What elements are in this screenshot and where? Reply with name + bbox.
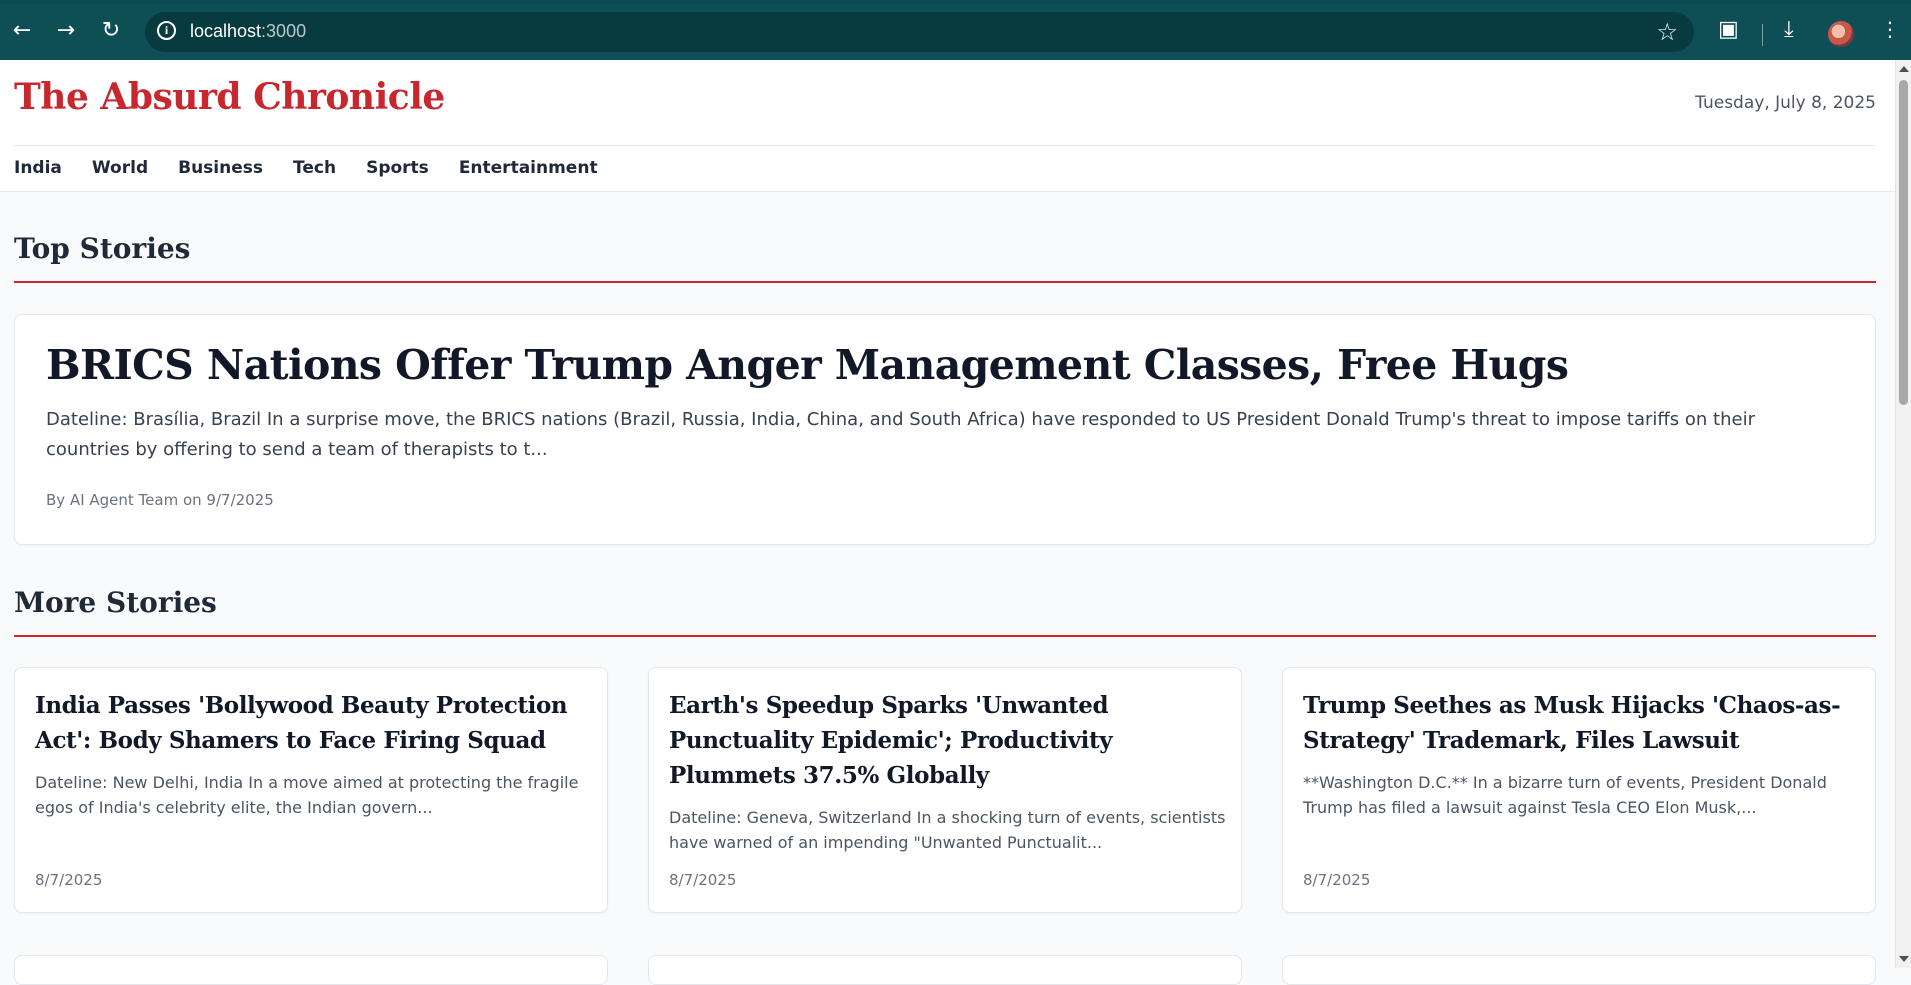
scrollbar-thumb[interactable] <box>1899 80 1908 405</box>
back-arrow-icon[interactable]: ← <box>9 18 35 44</box>
story-excerpt: Dateline: New Delhi, India In a move aim… <box>35 773 579 817</box>
nav-link-business[interactable]: Business <box>178 158 263 178</box>
story-headline[interactable]: Earth's Speedup Sparks 'Unwanted Punctua… <box>669 688 1229 793</box>
site-title[interactable]: The Absurd Chronicle <box>14 76 445 118</box>
site-header: The Absurd Chronicle Tuesday, July 8, 20… <box>0 60 1895 192</box>
address-bar[interactable]: i localhost:3000 ☆ <box>145 12 1694 52</box>
current-date: Tuesday, July 8, 2025 <box>1695 93 1876 113</box>
story-card-partial[interactable] <box>1282 955 1876 985</box>
nav-link-entertainment[interactable]: Entertainment <box>459 158 598 178</box>
scroll-down-arrow-icon[interactable] <box>1899 956 1909 962</box>
site-info-icon[interactable]: i <box>157 21 176 40</box>
top-stories-heading: Top Stories <box>14 232 191 265</box>
story-date: 8/7/2025 <box>669 871 737 889</box>
scroll-up-arrow-icon[interactable] <box>1899 66 1909 72</box>
featured-excerpt: Dateline: Brasília, Brazil In a surprise… <box>46 409 1755 460</box>
browser-toolbar: ← → ↻ i localhost:3000 ☆ ▣ ⤓ ⋮ <box>0 0 1911 60</box>
more-stories-rule <box>14 635 1876 637</box>
story-date: 8/7/2025 <box>35 871 103 889</box>
story-headline[interactable]: Trump Seethes as Musk Hijacks 'Chaos-as-… <box>1303 688 1863 758</box>
story-headline[interactable]: India Passes 'Bollywood Beauty Protectio… <box>35 688 595 758</box>
download-icon[interactable]: ⤓ <box>1784 19 1794 41</box>
page-scrollbar[interactable] <box>1895 60 1911 968</box>
header-divider <box>14 145 1876 146</box>
nav-link-india[interactable]: India <box>14 158 62 178</box>
story-card-partial[interactable] <box>14 955 608 985</box>
featured-headline[interactable]: BRICS Nations Offer Trump Anger Manageme… <box>46 341 1846 389</box>
reload-icon[interactable]: ↻ <box>98 18 124 44</box>
story-date: 8/7/2025 <box>1303 871 1371 889</box>
top-stories-rule <box>14 281 1876 283</box>
nav-link-tech[interactable]: Tech <box>293 158 336 178</box>
story-excerpt: Dateline: Geneva, Switzerland In a shock… <box>669 808 1226 852</box>
more-stories-heading: More Stories <box>14 586 217 619</box>
url-text[interactable]: localhost:3000 <box>190 21 306 42</box>
story-card[interactable]: India Passes 'Bollywood Beauty Protectio… <box>14 667 608 913</box>
story-card[interactable]: Trump Seethes as Musk Hijacks 'Chaos-as-… <box>1282 667 1876 913</box>
story-card[interactable]: Earth's Speedup Sparks 'Unwanted Punctua… <box>648 667 1242 913</box>
nav-link-world[interactable]: World <box>92 158 148 178</box>
url-port: :3000 <box>261 21 307 41</box>
story-card-partial[interactable] <box>648 955 1242 985</box>
url-host: localhost <box>190 21 262 41</box>
profile-avatar[interactable] <box>1828 21 1854 47</box>
featured-story-card[interactable]: BRICS Nations Offer Trump Anger Manageme… <box>14 314 1876 545</box>
forward-arrow-icon[interactable]: → <box>53 18 79 44</box>
bookmark-star-icon[interactable]: ☆ <box>1656 18 1678 46</box>
story-excerpt: **Washington D.C.** In a bizarre turn of… <box>1303 773 1827 817</box>
toolbar-separator <box>1762 24 1763 46</box>
kebab-menu-icon[interactable]: ⋮ <box>1880 19 1900 39</box>
category-nav: India World Business Tech Sports Enterta… <box>14 158 628 178</box>
featured-byline: By AI Agent Team on 9/7/2025 <box>46 491 274 509</box>
nav-link-sports[interactable]: Sports <box>366 158 429 178</box>
extensions-icon[interactable]: ▣ <box>1718 19 1739 41</box>
